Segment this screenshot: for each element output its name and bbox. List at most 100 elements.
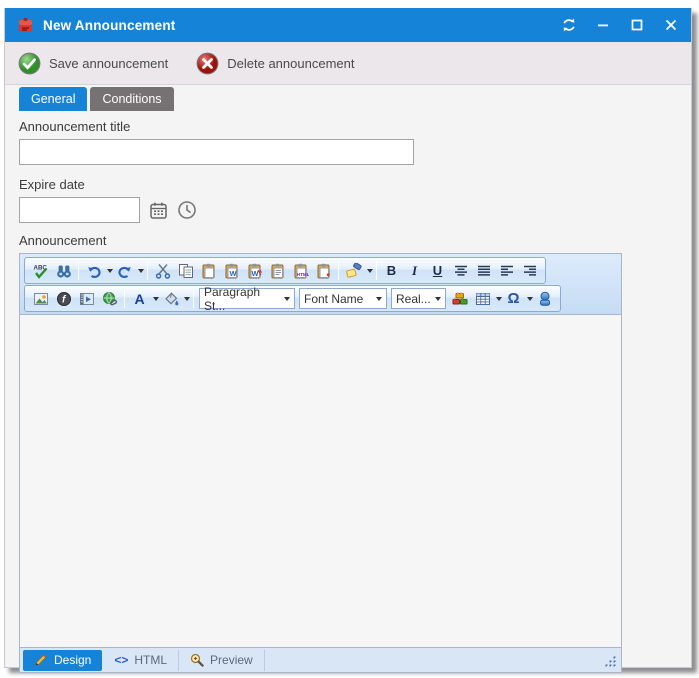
general-tab-panel: Announcement title Expire date Announcem…	[5, 111, 691, 673]
table-icon	[475, 291, 491, 307]
insert-symbol-button[interactable]: Ω	[502, 287, 525, 310]
window-controls	[561, 17, 679, 33]
copy-pages-icon	[178, 263, 194, 279]
font-size-select[interactable]: Real...	[391, 288, 446, 309]
paste-from-word-nostyles-button[interactable]: W	[243, 259, 266, 282]
editor-content-area[interactable]	[20, 315, 621, 647]
announcement-title-input[interactable]	[19, 139, 414, 165]
background-color-button[interactable]	[159, 287, 182, 310]
paste-from-word-button[interactable]: W	[220, 259, 243, 282]
editor-toolbar-row-1: ABC	[24, 257, 546, 284]
save-announcement-button[interactable]: Save announcement	[18, 52, 168, 75]
bold-button[interactable]: B	[380, 259, 403, 282]
scissors-icon	[155, 263, 171, 279]
find-button[interactable]	[52, 259, 75, 282]
binoculars-icon	[56, 263, 72, 279]
resize-grip[interactable]	[604, 655, 617, 668]
template-icon	[537, 291, 553, 307]
undo-button[interactable]	[82, 259, 105, 282]
tab-conditions[interactable]: Conditions	[90, 87, 173, 111]
format-stripper-dropdown-arrow[interactable]	[367, 269, 373, 273]
new-announcement-window: New Announcement Save announcement	[4, 8, 692, 668]
flash-icon: f	[56, 291, 72, 307]
tab-design[interactable]: Design	[23, 650, 102, 671]
toolbar-separator	[193, 289, 194, 308]
minimize-button[interactable]	[595, 17, 611, 33]
image-icon	[33, 291, 49, 307]
foreground-color-button[interactable]: A	[128, 287, 151, 310]
pencil-icon	[34, 653, 48, 667]
chevron-down-icon	[435, 297, 441, 301]
svg-text:HTML: HTML	[296, 272, 308, 277]
paste-as-html-icon: HTML	[293, 263, 309, 279]
tab-preview[interactable]: Preview	[179, 650, 265, 671]
foreground-color-glyph: A	[134, 291, 144, 307]
editor-toolbar: ABC	[20, 254, 621, 315]
insert-table-button[interactable]	[471, 287, 494, 310]
flash-manager-button[interactable]: f	[52, 287, 75, 310]
paragraph-style-select[interactable]: Paragraph St...	[199, 288, 295, 309]
announcement-icon	[17, 17, 34, 34]
redo-arrow-icon	[117, 263, 133, 279]
window-title: New Announcement	[43, 18, 175, 33]
tab-html[interactable]: <> HTML	[103, 650, 179, 671]
maximize-button[interactable]	[629, 17, 645, 33]
chevron-down-icon	[376, 297, 382, 301]
italic-glyph: I	[412, 263, 417, 279]
paste-as-html-button[interactable]: HTML	[289, 259, 312, 282]
paste-from-word-nostyles-icon: W	[247, 263, 263, 279]
bold-glyph: B	[387, 263, 396, 278]
paste-button[interactable]	[197, 259, 220, 282]
image-manager-button[interactable]	[29, 287, 52, 310]
justify-button[interactable]	[472, 259, 495, 282]
announcement-body-label: Announcement	[19, 233, 677, 248]
save-check-icon	[18, 52, 41, 75]
rich-text-editor: ABC	[19, 253, 622, 673]
justify-icon	[476, 263, 492, 279]
tab-general[interactable]: General	[19, 87, 87, 111]
refresh-button[interactable]	[561, 17, 577, 33]
copy-button[interactable]	[174, 259, 197, 282]
paste-options-icon	[316, 263, 332, 279]
paste-plain-text-button[interactable]	[266, 259, 289, 282]
italic-button[interactable]: I	[403, 259, 426, 282]
media-manager-button[interactable]	[75, 287, 98, 310]
paste-clipboard-icon	[201, 263, 217, 279]
format-stripper-button[interactable]	[342, 259, 365, 282]
code-icon: <>	[114, 653, 128, 667]
expire-date-input[interactable]	[19, 197, 140, 223]
module-blocks-icon	[452, 291, 468, 307]
editor-mode-bar: Design <> HTML Preview	[20, 647, 621, 672]
redo-dropdown-arrow[interactable]	[138, 269, 144, 273]
toolbar-separator	[78, 261, 79, 280]
align-right-icon	[522, 263, 538, 279]
template-manager-button[interactable]	[533, 287, 556, 310]
delete-announcement-button[interactable]: Delete announcement	[196, 52, 354, 75]
svg-text:W: W	[229, 269, 237, 278]
design-tab-label: Design	[54, 653, 91, 667]
align-center-button[interactable]	[449, 259, 472, 282]
action-toolbar: Save announcement Delete announcement	[5, 42, 691, 85]
underline-button[interactable]: U	[426, 259, 449, 282]
delete-x-icon	[196, 52, 219, 75]
editor-toolbar-row-2: f A Par	[24, 285, 561, 312]
align-left-icon	[499, 263, 515, 279]
paste-from-word-icon: W	[224, 263, 240, 279]
clock-icon[interactable]	[177, 200, 197, 220]
paste-options-button[interactable]	[312, 259, 335, 282]
background-color-dropdown-arrow[interactable]	[184, 297, 190, 301]
redo-button[interactable]	[113, 259, 136, 282]
align-left-button[interactable]	[495, 259, 518, 282]
calendar-icon[interactable]	[149, 201, 168, 220]
spellcheck-button[interactable]: ABC	[29, 259, 52, 282]
hyperlink-manager-button[interactable]	[98, 287, 121, 310]
hyperlink-globe-icon	[102, 291, 118, 307]
toolbar-separator	[124, 289, 125, 308]
module-manager-button[interactable]	[448, 287, 471, 310]
close-button[interactable]	[663, 17, 679, 33]
cut-button[interactable]	[151, 259, 174, 282]
align-right-button[interactable]	[518, 259, 541, 282]
font-name-select[interactable]: Font Name	[299, 288, 387, 309]
spellcheck-icon: ABC	[33, 263, 49, 279]
expire-date-row	[19, 197, 677, 223]
